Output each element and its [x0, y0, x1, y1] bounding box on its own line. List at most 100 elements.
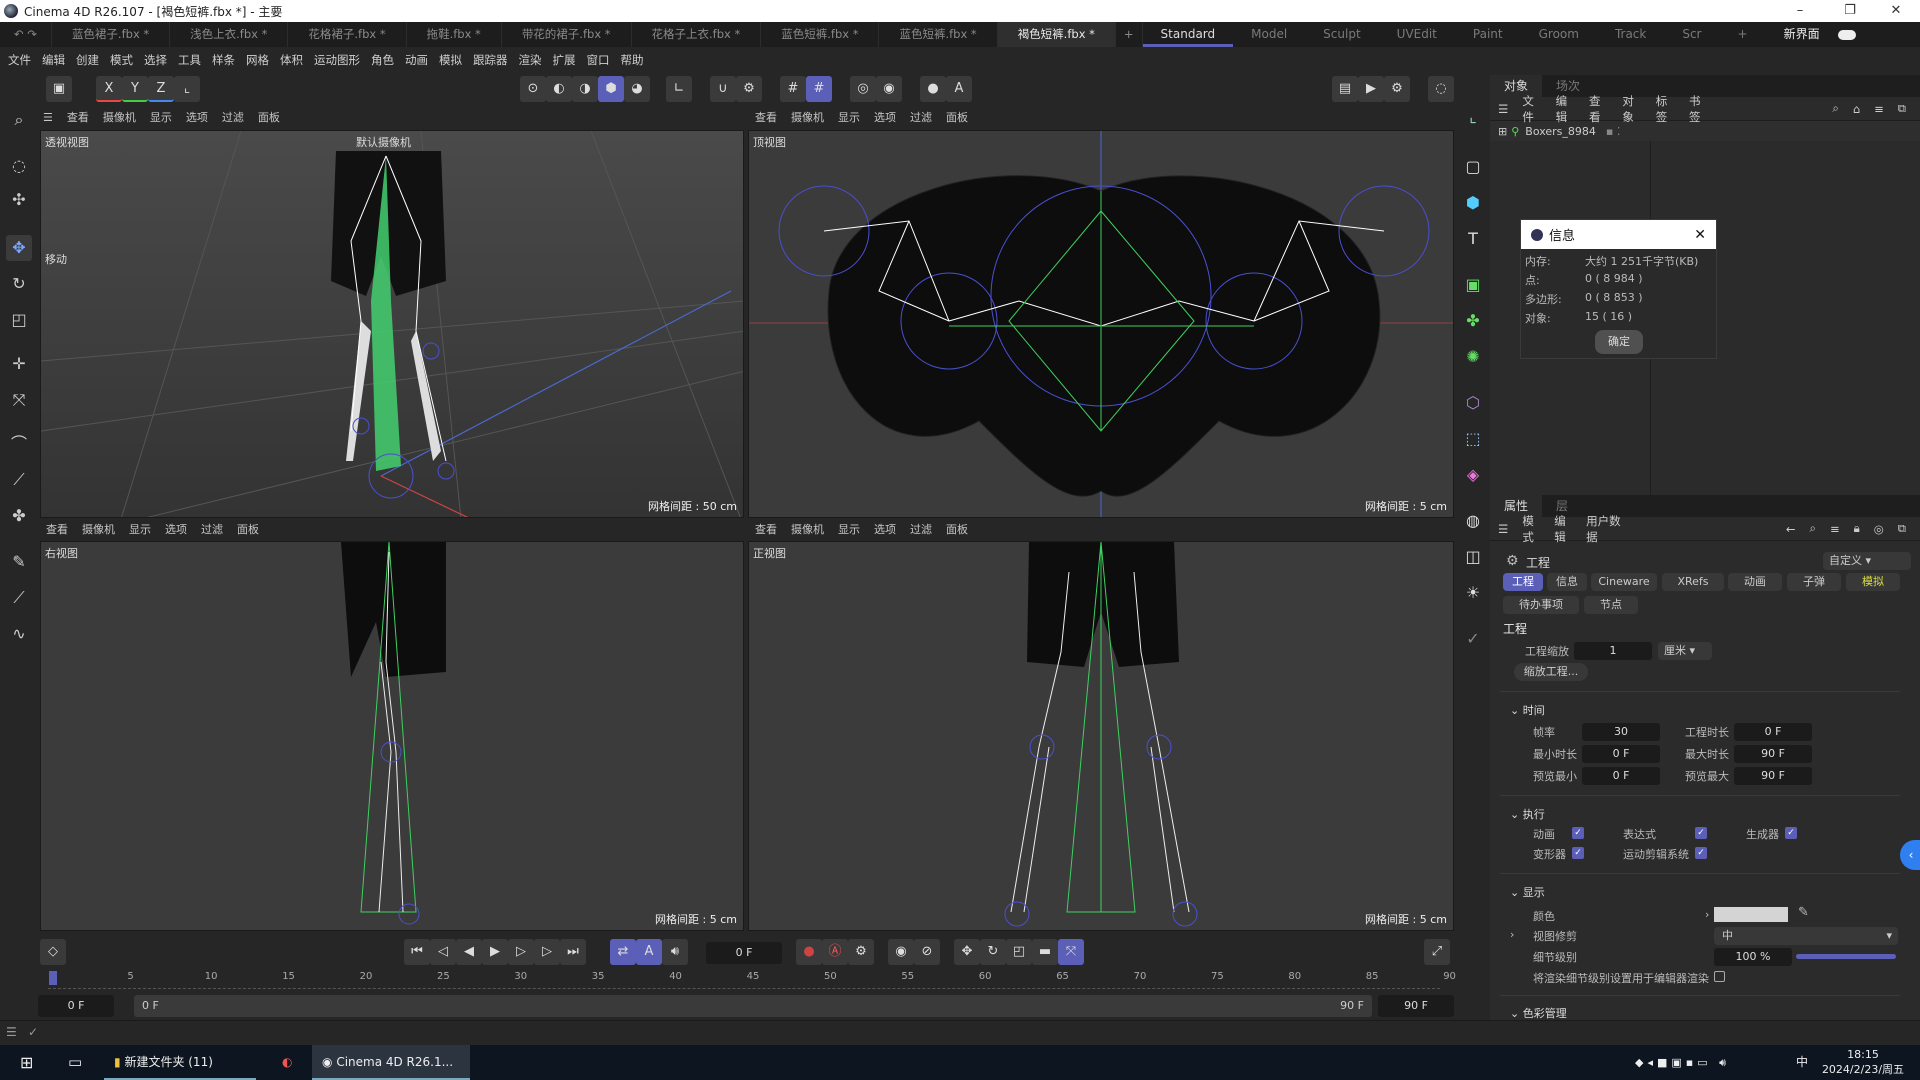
back-arrow-icon[interactable]: ←	[1786, 522, 1796, 536]
min-time-field[interactable]: 0 F	[1582, 745, 1660, 763]
system-tray-icons[interactable]: ◆◂■▣▪▭ 🔊︎	[1625, 1045, 1740, 1080]
doc-tab[interactable]: 蓝色短裤.fbx *	[761, 22, 880, 47]
new-ui-toggle[interactable]	[1837, 29, 1856, 40]
loop-icon[interactable]: ⇄	[610, 939, 636, 965]
camera-object-icon[interactable]: ◫	[1461, 545, 1485, 569]
filter-icon[interactable]: ≡	[1874, 102, 1884, 116]
vp-menu-options[interactable]: 选项	[186, 109, 208, 125]
camera-label[interactable]: 默认摄像机	[356, 134, 411, 150]
range-bar[interactable]: 0 F 90 F	[134, 995, 1372, 1017]
menu-mesh[interactable]: 网格	[246, 52, 269, 68]
viewport-right[interactable]: 右视图 网格间距 : 5 cm	[40, 541, 744, 931]
workplane-icon[interactable]: #	[806, 76, 832, 102]
rotation-key-icon[interactable]: ↻	[980, 939, 1006, 965]
vp-menu-camera[interactable]: 摄像机	[103, 109, 136, 125]
model-mode-icon[interactable]: ⬢	[598, 76, 624, 102]
preview-max-field[interactable]: 90 F	[1734, 767, 1812, 785]
menu-spline[interactable]: 样条	[212, 52, 235, 68]
auto-icon[interactable]: A	[946, 76, 972, 102]
animation-checkbox[interactable]: ✓	[1572, 827, 1584, 839]
z-axis-button[interactable]: Z	[148, 76, 174, 102]
search-icon[interactable]: ⌕	[1810, 521, 1816, 536]
search-icon[interactable]: ⌕	[6, 107, 32, 133]
key-settings-icon[interactable]: ⚙	[848, 939, 874, 965]
menu-tracker[interactable]: 跟踪器	[473, 52, 508, 68]
chip-animation[interactable]: 动画	[1728, 573, 1782, 591]
vp-menu-display[interactable]: 显示	[838, 521, 860, 537]
check-icon[interactable]: ✓	[28, 1025, 38, 1039]
taskbar-cinema4d[interactable]: ◉ Cinema 4D R26.1...	[312, 1045, 470, 1080]
om-menu-tags[interactable]: 标签	[1656, 93, 1675, 125]
menu-edit[interactable]: 编辑	[42, 52, 65, 68]
project-length-field[interactable]: 0 F	[1734, 723, 1812, 741]
undo-redo-icon[interactable]: ↶ ↷	[0, 22, 52, 47]
knife-icon[interactable]: ⟋	[6, 467, 32, 493]
am-menu-edit[interactable]: 编辑	[1554, 513, 1572, 545]
coordinate-system-icon[interactable]: ⌞	[174, 76, 200, 102]
lod-slider[interactable]	[1796, 954, 1896, 959]
doc-tab[interactable]: 蓝色裙子.fbx *	[52, 22, 171, 47]
scale-icon[interactable]: ◰	[6, 307, 32, 333]
chip-todo[interactable]: 待办事项	[1503, 596, 1579, 614]
autokey-icon[interactable]: Ⓐ	[822, 939, 848, 965]
layout-tab[interactable]: Track	[1597, 22, 1664, 47]
layout-tab[interactable]: Scr	[1664, 22, 1719, 47]
record-icon[interactable]: ●	[796, 939, 822, 965]
menu-render[interactable]: 渲染	[519, 52, 542, 68]
dialog-close-button[interactable]: ✕	[1694, 227, 1706, 243]
uv-mode-icon[interactable]: ◕	[624, 76, 650, 102]
menu-help[interactable]: 帮助	[621, 52, 644, 68]
current-frame-field[interactable]: 0 F	[706, 942, 782, 964]
hamburger-icon[interactable]: ☰	[43, 111, 53, 124]
vp-menu-view[interactable]: 查看	[755, 109, 777, 125]
grid-snap-icon[interactable]: #	[780, 76, 806, 102]
doc-tab[interactable]: 花格子上衣.fbx *	[632, 22, 762, 47]
vp-menu-display[interactable]: 显示	[150, 109, 172, 125]
render-lod-checkbox[interactable]	[1714, 971, 1725, 982]
menu-mograph[interactable]: 运动图形	[314, 52, 360, 68]
section-color-management[interactable]: ⌄ 色彩管理	[1510, 1005, 1567, 1021]
om-menu-file[interactable]: 文件	[1522, 93, 1541, 125]
menu-file[interactable]: 文件	[8, 52, 31, 68]
vp-menu-panel[interactable]: 面板	[946, 521, 968, 537]
new-window-icon[interactable]: ⧉	[1898, 101, 1906, 116]
polygons-mode-icon[interactable]: ◑	[572, 76, 598, 102]
menu-select[interactable]: 选择	[144, 52, 167, 68]
redshift-icon[interactable]: ◌	[1428, 76, 1454, 102]
sculpt-icon[interactable]: ⟋	[6, 585, 32, 611]
viewport-solo-icon[interactable]: ◉	[876, 76, 902, 102]
vp-menu-camera[interactable]: 摄像机	[82, 521, 115, 537]
vp-menu-options[interactable]: 选项	[874, 521, 896, 537]
layout-tab-standard[interactable]: Standard	[1142, 22, 1234, 47]
vp-menu-view[interactable]: 查看	[46, 521, 68, 537]
menu-mode[interactable]: 模式	[110, 52, 133, 68]
object-name[interactable]: Boxers_8984	[1525, 125, 1596, 138]
layout-tab[interactable]: Model	[1233, 22, 1305, 47]
solo-icon[interactable]: ◎	[850, 76, 876, 102]
move-icon[interactable]: ✥	[6, 235, 32, 261]
render-view-icon[interactable]: ●	[920, 76, 946, 102]
keyframe-mode-icon[interactable]: ◉	[888, 939, 914, 965]
vp-menu-filter[interactable]: 过滤	[222, 109, 244, 125]
keyframe-icon[interactable]: ◇	[40, 939, 66, 965]
generator-icon[interactable]: ▣	[1461, 273, 1485, 297]
vp-menu-options[interactable]: 选项	[874, 109, 896, 125]
snap-icon[interactable]: ⤧	[6, 387, 32, 413]
om-menu-bookmarks[interactable]: 书签	[1689, 93, 1708, 125]
previous-frame-icon[interactable]: ◀	[456, 939, 482, 965]
task-view-icon[interactable]: ▭	[58, 1045, 92, 1080]
null-icon[interactable]: ⬚	[1461, 427, 1485, 451]
scale-key-icon[interactable]: ◰	[1006, 939, 1032, 965]
hamburger-icon[interactable]: ☰	[6, 1025, 17, 1039]
environment-icon[interactable]: ◍	[1461, 509, 1485, 533]
doc-tab[interactable]: 浅色上衣.fbx *	[170, 22, 289, 47]
lod-field[interactable]: 100 %	[1714, 948, 1792, 966]
cloner-icon[interactable]: ✤	[1461, 309, 1485, 333]
viewport-top[interactable]: 顶视图 网格间距 : 5 cm	[748, 130, 1454, 518]
doc-tab[interactable]: 拖鞋.fbx *	[407, 22, 502, 47]
search-icon[interactable]: ⌕	[1832, 101, 1838, 116]
app-icon[interactable]: ◐	[272, 1045, 302, 1080]
volume-icon[interactable]: ◈	[1461, 463, 1485, 487]
om-menu-view[interactable]: 查看	[1589, 93, 1608, 125]
rotate-icon[interactable]: ↻	[6, 271, 32, 297]
